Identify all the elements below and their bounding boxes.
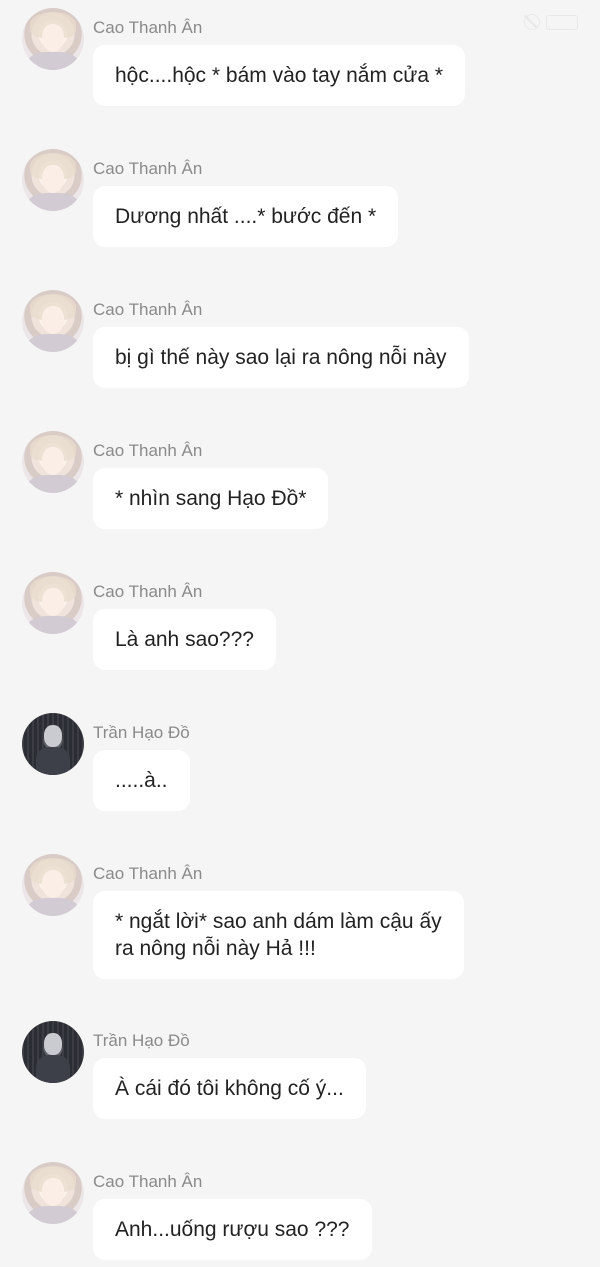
message-bubble[interactable]: bị gì thế này sao lại ra nông nỗi này xyxy=(93,327,469,388)
sender-name: Cao Thanh Ân xyxy=(93,864,203,883)
sender-name: Cao Thanh Ân xyxy=(93,1172,203,1191)
sender-name: Cao Thanh Ân xyxy=(93,159,203,178)
sender-name: Trần Hạo Đồ xyxy=(93,723,190,742)
sender-name: Cao Thanh Ân xyxy=(93,300,203,319)
avatar[interactable] xyxy=(22,431,84,493)
sender-name: Cao Thanh Ân xyxy=(93,18,203,37)
message-bubble[interactable]: hộc....hộc * bám vào tay nắm cửa * xyxy=(93,45,466,106)
sender-name: Cao Thanh Ân xyxy=(93,582,203,601)
avatar[interactable] xyxy=(22,290,84,352)
avatar[interactable] xyxy=(22,572,84,634)
mute-icon xyxy=(524,14,540,30)
sender-name: Cao Thanh Ân xyxy=(93,441,203,460)
status-icons xyxy=(524,14,578,30)
message-bubble[interactable]: Dương nhất ....* bước đến * xyxy=(93,186,399,247)
avatar[interactable] xyxy=(22,1021,84,1083)
message-bubble[interactable]: * ngắt lời* sao anh dám làm cậu ấy ra nô… xyxy=(93,891,464,979)
battery-icon xyxy=(546,14,578,30)
message-bubble[interactable]: À cái đó tôi không cố ý... xyxy=(93,1058,366,1119)
message-bubble[interactable]: Anh...uống rượu sao ??? xyxy=(93,1199,372,1260)
avatar[interactable] xyxy=(22,713,84,775)
message-bubble[interactable]: .....à.. xyxy=(93,750,190,811)
avatar[interactable] xyxy=(22,149,84,211)
message-bubble[interactable]: * nhìn sang Hạo Đồ* xyxy=(93,468,329,529)
avatar[interactable] xyxy=(22,8,84,70)
message-bubble[interactable]: Là anh sao??? xyxy=(93,609,276,670)
sender-name: Trần Hạo Đồ xyxy=(93,1031,190,1050)
avatar[interactable] xyxy=(22,854,84,916)
avatar[interactable] xyxy=(22,1162,84,1224)
